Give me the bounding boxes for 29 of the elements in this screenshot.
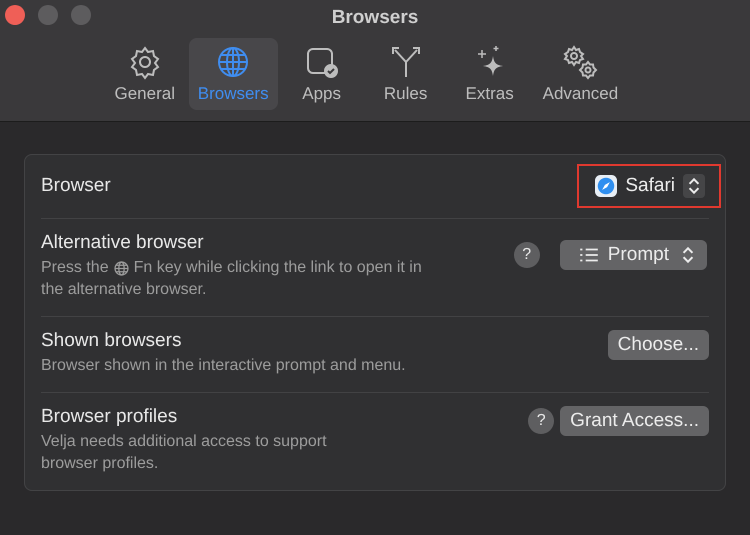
setting-description: Press the (41, 258, 109, 278)
setting-description: the alternative browser. (41, 280, 206, 300)
push-button[interactable]: Grant Access... (560, 406, 709, 436)
setting-label: Shown browsers (41, 330, 182, 352)
toolbar-tab[interactable]: General (104, 38, 185, 110)
toolbar-tab[interactable]: Apps (282, 38, 362, 110)
zoom-button[interactable] (71, 5, 91, 25)
compass-icon (595, 175, 618, 197)
setting-description: Fn key while clicking the link to open it in (134, 258, 422, 278)
setting-description: Browser shown in the interactive prompt and menu. (41, 356, 406, 376)
help-button[interactable]: ? (514, 242, 540, 268)
chevron-updown-icon (683, 174, 705, 198)
popup-button[interactable]: Safari (591, 172, 707, 200)
gears-icon (562, 44, 598, 80)
toolbar-tab[interactable]: Extras (450, 38, 530, 110)
window-title: Browsers (332, 7, 418, 29)
setting-description: Velja needs additional access to support (41, 432, 327, 452)
setting-description: browser profiles. (41, 454, 158, 474)
setting-label: Alternative browser (41, 232, 205, 254)
setting-label: Browser (41, 175, 112, 197)
popup-button[interactable]: Prompt (560, 240, 707, 270)
globe-icon (114, 260, 129, 276)
toolbar-tab[interactable]: Rules (366, 38, 446, 110)
setting-label: Browser profiles (41, 406, 178, 428)
help-button[interactable]: ? (528, 408, 554, 434)
minimize-button[interactable] (38, 5, 58, 25)
push-button[interactable]: Choose... (608, 330, 709, 360)
toolbar-tab[interactable]: Advanced (534, 38, 628, 110)
close-button[interactable] (5, 5, 25, 25)
